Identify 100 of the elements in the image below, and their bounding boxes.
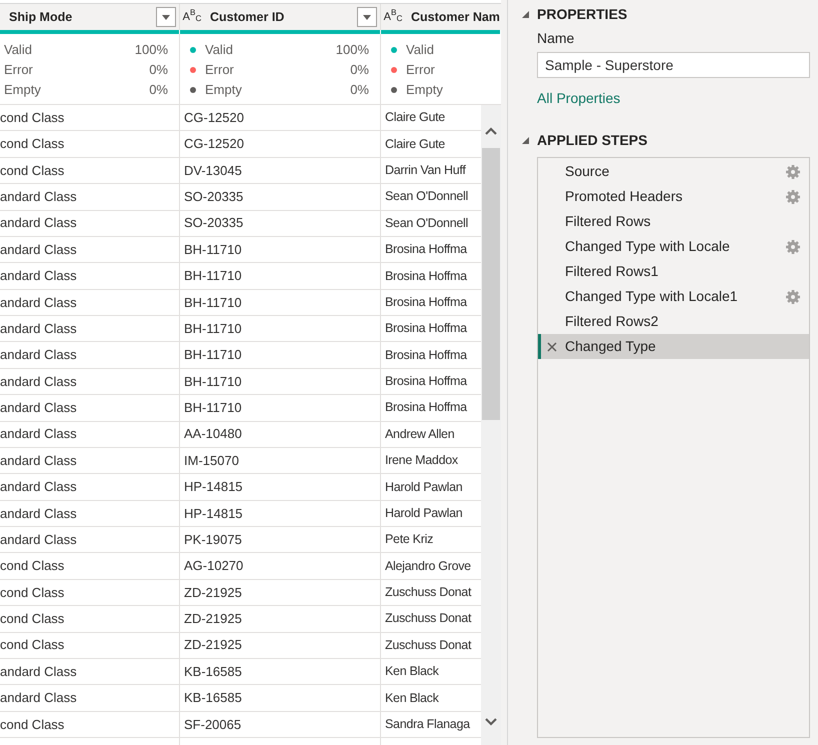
table-cell-text: Claire Gute bbox=[384, 109, 446, 126]
table-cell: andard Class bbox=[0, 184, 180, 210]
quality-percent: 0% bbox=[149, 81, 168, 100]
table-cell: andard Class bbox=[0, 500, 180, 526]
table-cell: ZD-21925 bbox=[180, 632, 381, 658]
table-cell: BH-11710 bbox=[180, 236, 381, 262]
table-cell: cond Class bbox=[0, 606, 180, 632]
table-cell: BH-11710 bbox=[180, 342, 381, 368]
table-cell: IM-15070 bbox=[180, 448, 381, 474]
quality-label: Empty bbox=[205, 81, 242, 100]
table-cell: SO-20335 bbox=[180, 184, 381, 210]
table-cell: BH-11710 bbox=[180, 395, 381, 420]
scroll-down-icon[interactable] bbox=[485, 718, 497, 726]
all-properties-link[interactable]: All Properties bbox=[537, 88, 620, 108]
table-cell: cond Class bbox=[0, 712, 180, 737]
table-cell: cond Class bbox=[0, 158, 180, 184]
caret-down-icon[interactable] bbox=[363, 14, 371, 20]
table-cell-text: Zuschuss Donat bbox=[384, 610, 472, 628]
table-cell: BH-11710 bbox=[180, 316, 381, 342]
table-cell: andard Class bbox=[0, 368, 180, 394]
table-cell: andard Class bbox=[0, 210, 180, 236]
table-cell: ZD-21925 bbox=[180, 580, 381, 606]
table-cell: andard Class bbox=[0, 263, 180, 289]
column-title: Customer Nam bbox=[411, 8, 500, 26]
filter-dropdown-button[interactable] bbox=[156, 7, 176, 27]
applied-step[interactable]: Promoted Headers bbox=[538, 184, 809, 209]
section-title: PROPERTIES bbox=[537, 4, 628, 24]
table-cell: andard Class bbox=[0, 290, 180, 315]
table-cell-text: Brosina Hoffma bbox=[384, 373, 468, 390]
quality-label: Error bbox=[205, 61, 234, 80]
table-cell: KB-16585 bbox=[180, 685, 381, 711]
table-cell-text: Brosina Hoffma bbox=[384, 294, 468, 311]
table-cell: SO-20335 bbox=[180, 210, 381, 236]
table-cell-text: Zuschuss Donat bbox=[384, 636, 472, 654]
table-cell: cond Class bbox=[0, 580, 180, 606]
table-cell: BH-11710 bbox=[180, 290, 381, 315]
table-cell-text: Alejandro Grove bbox=[384, 558, 472, 575]
applied-step[interactable]: Source bbox=[538, 159, 809, 184]
table-cell: andard Class bbox=[0, 448, 180, 474]
table-cell-text: Zuschuss Donat bbox=[384, 584, 472, 602]
column-title: Customer ID bbox=[210, 8, 284, 26]
table-cell-text: Andrew Allen bbox=[384, 426, 456, 443]
quality-percent: 0% bbox=[350, 81, 369, 100]
table-cell: andard Class bbox=[0, 236, 180, 262]
applied-step[interactable]: Filtered Rows bbox=[538, 209, 809, 234]
table-cell: BH-11710 bbox=[180, 263, 381, 289]
quality-percent: 100% bbox=[134, 41, 168, 60]
quality-label: Valid bbox=[4, 41, 32, 60]
table-cell-text: Sean O'Donnell bbox=[384, 214, 469, 232]
table-cell-text: Brosina Hoffma bbox=[384, 320, 468, 338]
table-cell-text: Sandra Flanaga bbox=[384, 716, 472, 733]
table-cell: AA-10480 bbox=[180, 422, 381, 447]
caret-down-icon[interactable] bbox=[162, 14, 170, 20]
table-cell: andard Class bbox=[0, 685, 180, 711]
table-cell-text: Brosina Hoffma bbox=[384, 268, 468, 285]
table-cell-text: Brosina Hoffma bbox=[384, 399, 468, 416]
table-cell-text: Ken Black bbox=[384, 690, 440, 707]
quality-label: Valid bbox=[406, 41, 434, 60]
table-cell: andard Class bbox=[0, 342, 180, 368]
table-cell: andard Class bbox=[0, 527, 180, 552]
table-cell: CG-12520 bbox=[180, 105, 381, 130]
table-cell: PK-19075 bbox=[180, 527, 381, 552]
table-cell: cond Class bbox=[0, 632, 180, 658]
table-cell: andard Class bbox=[0, 316, 180, 342]
applied-step[interactable]: Filtered Rows1 bbox=[538, 259, 809, 284]
table-cell: andard Class bbox=[0, 422, 180, 447]
table-cell: andard Class bbox=[0, 474, 180, 500]
table-cell: ZD-21925 bbox=[180, 606, 381, 632]
cross-icon[interactable] bbox=[547, 342, 557, 352]
column-header[interactable]: Ship Mode bbox=[0, 4, 180, 30]
table-cell: andard Class bbox=[0, 395, 180, 420]
section-title: APPLIED STEPS bbox=[537, 130, 648, 150]
table-cell-text: Brosina Hoffma bbox=[384, 241, 468, 258]
table-cell: CG-12520 bbox=[180, 131, 381, 157]
table-cell: BH-11710 bbox=[180, 368, 381, 394]
quality-label: Error bbox=[4, 61, 33, 80]
name-input[interactable]: Sample - Superstore bbox=[537, 52, 810, 78]
applied-step[interactable]: Changed Type with Locale bbox=[538, 234, 809, 259]
table-cell: cond Class bbox=[0, 553, 180, 579]
scroll-up-icon[interactable] bbox=[485, 127, 497, 135]
triangle-icon[interactable] bbox=[522, 136, 529, 144]
table-cell-text: Claire Gute bbox=[384, 136, 446, 153]
filter-dropdown-button[interactable] bbox=[357, 7, 377, 27]
applied-step[interactable]: Changed Type bbox=[538, 334, 809, 359]
table-cell: SF-20065 bbox=[180, 712, 381, 737]
applied-step[interactable]: Filtered Rows2 bbox=[538, 309, 809, 334]
quality-percent: 0% bbox=[350, 61, 369, 80]
table-cell: KB-16585 bbox=[180, 658, 381, 684]
scrollbar-thumb[interactable] bbox=[482, 148, 500, 420]
quality-label: Valid bbox=[205, 41, 233, 60]
table-cell: cond Class bbox=[0, 131, 180, 157]
table-cell: HP-14815 bbox=[180, 500, 381, 526]
table-cell-text: Sean O'Donnell bbox=[384, 188, 469, 206]
table-cell: HP-14815 bbox=[180, 474, 381, 500]
triangle-icon[interactable] bbox=[522, 10, 529, 18]
quality-percent: 0% bbox=[149, 61, 168, 80]
field-label: Name bbox=[537, 28, 574, 48]
quality-label: Empty bbox=[4, 81, 41, 100]
table-cell-text: Darrin Van Huff bbox=[384, 162, 467, 180]
applied-step[interactable]: Changed Type with Locale1 bbox=[538, 284, 809, 309]
